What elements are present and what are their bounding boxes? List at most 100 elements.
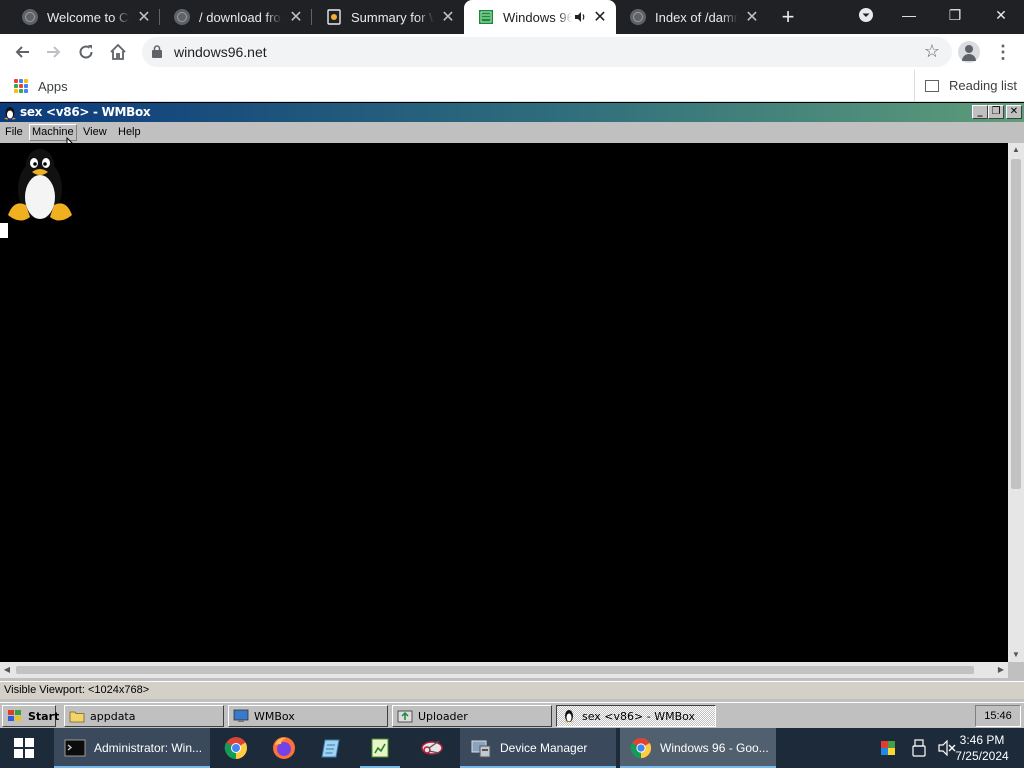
taskbar-item-chrome-window[interactable]: Windows 96 - Goo...	[620, 728, 776, 768]
browser-tab-strip: Welcome to Chr ✕ / download from ✕ Summa…	[0, 0, 1024, 34]
close-icon[interactable]: ✕	[134, 7, 154, 27]
close-icon[interactable]: ✕	[742, 7, 762, 27]
scissors-icon	[421, 740, 443, 755]
windows-start-button[interactable]	[0, 728, 48, 768]
w96-task-appdata[interactable]: appdata	[64, 705, 224, 727]
w96-start-label: Start	[28, 709, 60, 723]
scroll-up-arrow-icon[interactable]: ▲	[1008, 143, 1024, 157]
taskbar-pin-firefox[interactable]	[260, 728, 308, 768]
tab-title: Index of /damn	[655, 9, 738, 25]
w96-task-label: WMBox	[254, 709, 295, 723]
globe-icon	[22, 9, 38, 25]
page-content: sex <v86> - WMBox _ ❐ ✕ File Machine Vie…	[0, 103, 1024, 728]
restore-button[interactable]: ❐	[932, 0, 978, 30]
wmbox-maximize-button[interactable]: ❐	[988, 105, 1004, 119]
close-icon[interactable]: ✕	[438, 7, 458, 27]
reading-list-label: Reading list	[949, 78, 1017, 93]
w96-task-wmbox[interactable]: WMBox	[228, 705, 388, 727]
scroll-left-arrow-icon[interactable]: ◀	[0, 662, 14, 678]
new-tab-button[interactable]: +	[776, 4, 800, 30]
taskbar-item-terminal[interactable]: Administrator: Win...	[54, 728, 210, 768]
tux-icon	[4, 107, 16, 120]
arrow-left-icon	[15, 46, 29, 58]
w96-task-sex-v86[interactable]: sex <v86> - WMBox	[556, 705, 716, 727]
uploader-icon	[397, 710, 413, 723]
reload-icon	[79, 45, 93, 59]
forward-button[interactable]	[40, 38, 68, 66]
browser-menu-button[interactable]: ⋮	[994, 38, 1012, 66]
close-icon[interactable]: ✕	[590, 7, 610, 27]
firefox-icon	[273, 737, 295, 759]
audio-playing-icon[interactable]	[574, 11, 586, 23]
apps-shortcut[interactable]: Apps	[14, 78, 68, 94]
address-bar[interactable]: windows96.net ☆	[142, 37, 952, 67]
wmbox-titlebar[interactable]: sex <v86> - WMBox _ ❐ ✕	[0, 103, 1024, 122]
device-manager-icon	[471, 740, 491, 758]
clock-date: 7/25/2024	[955, 749, 1009, 763]
minimize-button[interactable]: —	[886, 0, 932, 30]
reading-list-button[interactable]: Reading list	[914, 70, 1017, 101]
apps-grid-icon	[14, 79, 28, 93]
globe-icon	[174, 9, 190, 25]
reading-list-icon	[925, 79, 939, 92]
w96-taskbar: Start appdata WMBox Uploader sex <v86> -…	[0, 702, 1024, 728]
tab-search-button[interactable]	[852, 0, 880, 30]
w96-task-label: Uploader	[418, 709, 468, 723]
wmbox-status-bar: Visible Viewport: <1024x768>	[0, 681, 1024, 699]
profile-avatar-button[interactable]	[958, 41, 980, 63]
taskbar-item-device-manager[interactable]: Device Manager	[460, 728, 616, 768]
taskbar-item-label: Device Manager	[500, 741, 588, 755]
horizontal-scroll-thumb[interactable]	[16, 666, 974, 674]
windows96-icon	[479, 10, 493, 24]
tux-icon	[564, 710, 574, 723]
tab-summary[interactable]: Summary for W ✕	[312, 0, 464, 34]
text-cursor	[0, 223, 8, 238]
wmbox-minimize-button[interactable]: _	[972, 105, 988, 119]
wmbox-close-button[interactable]: ✕	[1006, 105, 1022, 119]
lock-icon	[152, 45, 162, 58]
taskbar-pin-snipping-tool[interactable]	[408, 728, 456, 768]
close-window-button[interactable]: ✕	[978, 0, 1024, 30]
tab-index[interactable]: Index of /damn ✕	[616, 0, 768, 34]
reload-button[interactable]	[72, 38, 100, 66]
tab-title: Welcome to Chr	[47, 9, 130, 25]
clock-time: 3:46 PM	[959, 733, 1005, 747]
vertical-scroll-thumb[interactable]	[1011, 159, 1021, 489]
taskbar-pin-chrome[interactable]	[212, 728, 260, 768]
w96-start-button[interactable]: Start	[2, 705, 60, 727]
tab-windows96[interactable]: Windows 96 ✕	[464, 0, 616, 34]
windows-taskbar: Administrator: Win... Device Manager Win…	[0, 728, 1024, 768]
tab-download[interactable]: / download from ✕	[160, 0, 312, 34]
close-icon[interactable]: ✕	[286, 7, 306, 27]
w96-task-label: sex <v86> - WMBox	[582, 709, 696, 723]
menu-help[interactable]: Help	[118, 126, 141, 138]
home-button[interactable]	[104, 38, 132, 66]
url-text: windows96.net	[174, 44, 267, 60]
tab-title: Summary for W	[351, 9, 434, 25]
tab-welcome[interactable]: Welcome to Chr ✕	[8, 0, 160, 34]
folder-icon	[69, 711, 85, 723]
wmbox-menubar: File Machine View Help	[0, 122, 1024, 155]
menu-file[interactable]: File	[5, 126, 23, 138]
wmbox-window-title: sex <v86> - WMBox	[20, 105, 151, 119]
scroll-down-arrow-icon[interactable]: ▼	[1008, 648, 1024, 662]
vm-screen[interactable]	[0, 143, 1008, 662]
menu-view[interactable]: View	[83, 126, 107, 138]
bookmark-star-icon[interactable]: ☆	[924, 41, 940, 62]
spreadsheet-icon	[371, 738, 389, 758]
horizontal-scrollbar[interactable]: ◀ ▶	[0, 662, 1008, 678]
windows-logo-icon	[14, 738, 34, 758]
color-app-tray-icon[interactable]	[880, 740, 896, 756]
taskbar-pin-notepad[interactable]	[308, 728, 356, 768]
w96-task-label: appdata	[90, 709, 136, 723]
bookmarks-bar: Apps Reading list	[0, 70, 1024, 102]
vertical-scrollbar[interactable]: ▲ ▼	[1008, 143, 1024, 662]
tab-title: Windows 96	[503, 9, 572, 25]
taskbar-pin-sheet-app[interactable]	[356, 728, 404, 768]
system-clock[interactable]: 3:46 PM 7/25/2024	[944, 732, 1020, 764]
apps-label: Apps	[38, 78, 68, 94]
usb-drive-icon[interactable]	[912, 739, 926, 757]
back-button[interactable]	[8, 38, 36, 66]
scroll-right-arrow-icon[interactable]: ▶	[994, 662, 1008, 678]
w96-task-uploader[interactable]: Uploader	[392, 705, 552, 727]
